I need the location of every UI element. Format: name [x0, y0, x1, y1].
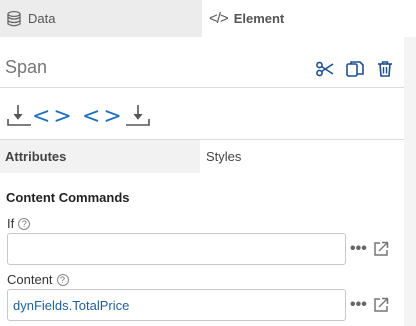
insert-down-icon	[125, 105, 150, 126]
external-link-icon[interactable]	[372, 240, 390, 258]
if-label: If ?	[7, 216, 31, 231]
element-header: Span	[0, 44, 404, 88]
tab-element-label: Element	[233, 11, 285, 26]
copy-button[interactable]	[340, 58, 370, 80]
external-link-icon[interactable]	[372, 296, 390, 314]
sub-tabs: Attributes Styles	[0, 140, 404, 173]
if-actions: •••	[350, 233, 400, 265]
tab-styles[interactable]: Styles	[200, 140, 404, 173]
delete-button[interactable]	[370, 58, 400, 80]
more-button[interactable]: •••	[350, 240, 367, 258]
insert-before-button[interactable]: <>	[6, 102, 75, 130]
element-actions	[310, 58, 400, 80]
help-icon[interactable]: ?	[56, 273, 69, 286]
tab-element[interactable]: </> Element	[202, 0, 416, 37]
content-label: Content ?	[7, 272, 69, 287]
section-title: Content Commands	[6, 190, 130, 205]
copy-icon	[346, 61, 364, 77]
content-label-text: Content	[7, 272, 53, 287]
content-actions: •••	[350, 289, 400, 321]
scissors-icon	[316, 61, 334, 77]
database-icon	[7, 10, 21, 26]
cut-button[interactable]	[310, 58, 340, 80]
more-button[interactable]: •••	[350, 296, 367, 314]
content-input[interactable]: dynFields.TotalPrice	[7, 289, 346, 321]
insert-down-icon	[7, 105, 31, 126]
top-tabs: Data </> Element	[0, 0, 416, 37]
tab-data[interactable]: Data	[0, 0, 202, 37]
scrollbar[interactable]	[404, 37, 416, 326]
trash-icon	[378, 61, 392, 77]
insert-after-button[interactable]: <>	[82, 102, 151, 130]
tab-data-label: Data	[28, 11, 56, 26]
tab-attributes[interactable]: Attributes	[0, 140, 200, 173]
insert-toolbar: <> <>	[0, 88, 404, 140]
if-label-text: If	[7, 216, 15, 231]
insert-before-label: <>	[32, 103, 75, 129]
element-title: Span	[5, 57, 48, 77]
help-icon[interactable]: ?	[18, 217, 31, 230]
code-icon: </>	[209, 10, 229, 27]
if-input[interactable]	[7, 233, 346, 265]
insert-after-label: <>	[82, 103, 125, 129]
